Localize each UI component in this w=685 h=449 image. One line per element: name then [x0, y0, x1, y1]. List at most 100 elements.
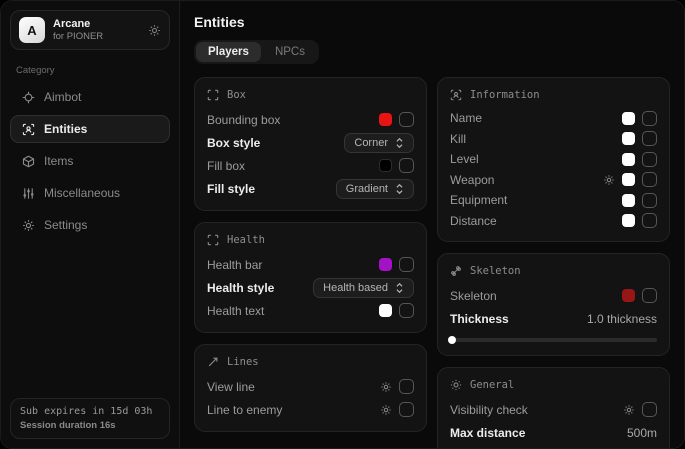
sliders-icon	[21, 187, 35, 200]
bone-icon	[450, 265, 462, 277]
sidebar: A Arcane for PIONER Category Aimbot	[1, 1, 179, 448]
sidebar-nav: Aimbot Entities Items	[10, 83, 170, 239]
sidebar-item-items[interactable]: Items	[10, 147, 170, 175]
gear-icon[interactable]	[380, 404, 392, 416]
gear-icon[interactable]	[623, 404, 635, 416]
visibility-check-checkbox[interactable]	[642, 402, 657, 417]
kill-checkbox[interactable]	[642, 131, 657, 146]
setting-row-bounding-box: Bounding box	[207, 108, 414, 131]
fill-box-checkbox[interactable]	[399, 158, 414, 173]
setting-row-distance: Distance	[450, 211, 657, 232]
setting-row-kill: Kill	[450, 129, 657, 150]
app-logo: A	[19, 17, 45, 43]
app-window: A Arcane for PIONER Category Aimbot	[0, 0, 685, 449]
section-title: Health	[227, 234, 265, 246]
color-swatch[interactable]	[622, 132, 635, 145]
unfold-icon	[395, 282, 404, 294]
color-swatch[interactable]	[622, 153, 635, 166]
left-column: Box Bounding box Box style Corner	[194, 77, 427, 435]
corners-icon	[207, 234, 219, 246]
sidebar-item-settings[interactable]: Settings	[10, 211, 170, 239]
app-subtitle: for PIONER	[53, 31, 103, 42]
setting-row-visibility-check: Visibility check	[450, 398, 657, 421]
section-title: Box	[227, 89, 246, 101]
corners-icon	[207, 89, 219, 101]
category-label: Category	[16, 65, 164, 76]
gear-icon[interactable]	[603, 174, 615, 186]
setting-row-name: Name	[450, 108, 657, 129]
color-swatch[interactable]	[622, 214, 635, 227]
view-line-checkbox[interactable]	[399, 379, 414, 394]
sidebar-item-aimbot[interactable]: Aimbot	[10, 83, 170, 111]
information-icon	[450, 89, 462, 101]
diagonal-line-icon	[207, 356, 219, 368]
cube-icon	[21, 155, 35, 168]
health-text-checkbox[interactable]	[399, 303, 414, 318]
sidebar-item-entities[interactable]: Entities	[10, 115, 170, 143]
skeleton-checkbox[interactable]	[642, 288, 657, 303]
setting-row-fill-style: Fill style Gradient	[207, 177, 414, 200]
unfold-icon	[395, 183, 404, 195]
color-swatch[interactable]	[622, 173, 635, 186]
section-title: General	[470, 379, 514, 391]
setting-row-health-text: Health text	[207, 299, 414, 322]
fill-style-dropdown[interactable]: Gradient	[336, 179, 414, 199]
max-distance-value: 500m	[627, 426, 657, 440]
thickness-slider[interactable]	[450, 338, 657, 342]
app-name: Arcane	[53, 18, 103, 30]
level-checkbox[interactable]	[642, 152, 657, 167]
color-swatch[interactable]	[622, 112, 635, 125]
equipment-checkbox[interactable]	[642, 193, 657, 208]
health-bar-checkbox[interactable]	[399, 257, 414, 272]
setting-row-view-line: View line	[207, 375, 414, 398]
gear-icon[interactable]	[380, 381, 392, 393]
sidebar-item-miscellaneous[interactable]: Miscellaneous	[10, 179, 170, 207]
gear-icon[interactable]	[148, 24, 161, 37]
box-style-dropdown[interactable]: Corner	[344, 133, 414, 153]
bounding-box-checkbox[interactable]	[399, 112, 414, 127]
skeleton-card: Skeleton Skeleton Thickness 1.0 thicknes…	[437, 253, 670, 356]
color-swatch[interactable]	[379, 159, 392, 172]
gear-icon	[21, 219, 35, 232]
setting-row-level: Level	[450, 149, 657, 170]
right-column: Information Name Kill	[437, 77, 670, 435]
color-swatch[interactable]	[379, 113, 392, 126]
session-duration-text: Session duration 16s	[20, 420, 160, 431]
name-checkbox[interactable]	[642, 111, 657, 126]
setting-row-health-style: Health style Health based	[207, 276, 414, 299]
color-swatch[interactable]	[379, 258, 392, 271]
setting-row-thickness: Thickness 1.0 thickness	[450, 307, 657, 330]
setting-row-max-distance: Max distance 500m	[450, 421, 657, 444]
tab-npcs[interactable]: NPCs	[263, 42, 317, 62]
thickness-value: 1.0 thickness	[587, 312, 657, 326]
setting-row-line-to-enemy: Line to enemy	[207, 398, 414, 421]
setting-row-skeleton: Skeleton	[450, 284, 657, 307]
health-card: Health Health bar Health style Health ba…	[194, 222, 427, 333]
weapon-checkbox[interactable]	[642, 172, 657, 187]
sidebar-item-label: Aimbot	[44, 90, 81, 104]
slider-thumb[interactable]	[448, 336, 456, 344]
setting-row-weapon: Weapon	[450, 170, 657, 191]
box-card: Box Bounding box Box style Corner	[194, 77, 427, 211]
section-title: Lines	[227, 356, 259, 368]
content-columns: Box Bounding box Box style Corner	[194, 77, 670, 435]
health-style-dropdown[interactable]: Health based	[313, 278, 414, 298]
color-swatch[interactable]	[622, 289, 635, 302]
sidebar-item-label: Entities	[44, 122, 87, 136]
setting-row-health-bar: Health bar	[207, 253, 414, 276]
sidebar-item-label: Miscellaneous	[44, 186, 120, 200]
color-swatch[interactable]	[622, 194, 635, 207]
distance-checkbox[interactable]	[642, 213, 657, 228]
entities-icon	[21, 123, 35, 136]
color-swatch[interactable]	[379, 304, 392, 317]
tab-players[interactable]: Players	[196, 42, 261, 62]
page-title: Entities	[194, 14, 670, 30]
setting-row-equipment: Equipment	[450, 190, 657, 211]
information-card: Information Name Kill	[437, 77, 670, 242]
brand-card: A Arcane for PIONER	[10, 10, 170, 50]
section-title: Skeleton	[470, 265, 521, 277]
setting-row-box-style: Box style Corner	[207, 131, 414, 154]
line-to-enemy-checkbox[interactable]	[399, 402, 414, 417]
tab-group: Players NPCs	[194, 40, 319, 64]
unfold-icon	[395, 137, 404, 149]
